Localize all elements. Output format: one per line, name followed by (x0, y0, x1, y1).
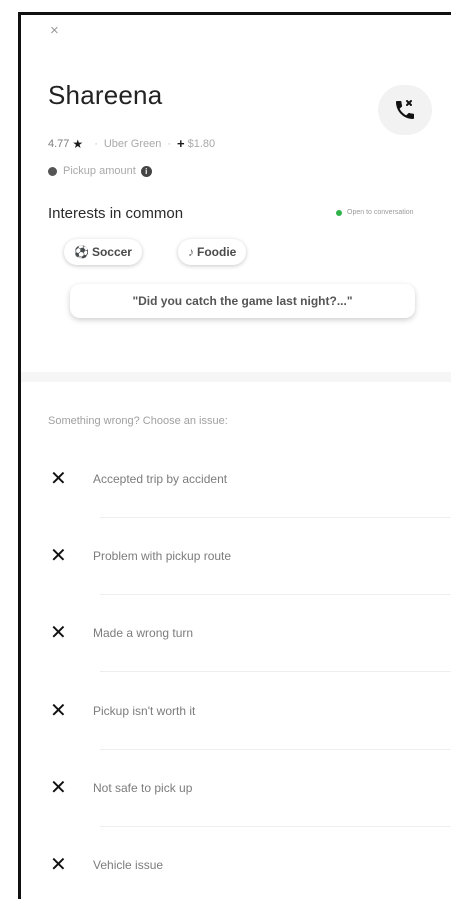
issue-label: Not safe to pick up (93, 781, 193, 795)
star-icon: ★ (72, 136, 84, 151)
ride-tier: Uber Green (103, 137, 162, 150)
close-icon: ✕ (50, 622, 67, 644)
divider (100, 749, 451, 750)
section-divider (21, 372, 451, 382)
bonus-amount: $1.80 (187, 137, 216, 150)
interest-chip-foodie[interactable]: ♪ Foodie (178, 239, 247, 265)
soccer-icon: ⚽ (74, 245, 89, 259)
issues-heading: Something wrong? Choose an issue: (48, 415, 228, 427)
separator-dot: · (167, 137, 172, 150)
separator-dot: · (94, 137, 98, 150)
divider (100, 671, 451, 672)
plus-icon: + (177, 136, 185, 151)
issue-item-pickup-route[interactable]: ✕ Problem with pickup route (21, 533, 451, 579)
location-dot-icon (48, 166, 57, 176)
close-icon: ✕ (50, 545, 67, 567)
rider-meta: 4.77 ★ · Uber Green · + $1.80 (48, 136, 215, 151)
issue-item-vehicle-issue[interactable]: ✕ Vehicle issue (21, 842, 451, 888)
rider-rating: 4.77 (48, 137, 70, 150)
divider (100, 594, 451, 595)
rider-name: Shareena (48, 80, 163, 110)
close-icon[interactable]: × (50, 22, 59, 39)
chip-label: Foodie (197, 245, 237, 259)
conversation-status-label: Open to conversation (347, 209, 414, 216)
pickup-amount-row[interactable]: Pickup amount i (48, 165, 152, 177)
issue-item-not-worth-it[interactable]: ✕ Pickup isn't worth it (21, 688, 451, 734)
chip-label: Soccer (91, 245, 132, 259)
issue-label: Accepted trip by accident (93, 472, 228, 486)
issue-label: Made a wrong turn (93, 626, 194, 640)
conversation-status: Open to conversation (336, 209, 414, 216)
music-note-icon: ♪ (188, 245, 194, 259)
interests-title: Interests in common (48, 205, 184, 222)
close-icon: ✕ (50, 777, 67, 799)
close-icon: ✕ (50, 854, 67, 876)
phone-icon (396, 100, 414, 119)
issue-item-not-safe[interactable]: ✕ Not safe to pick up (21, 765, 451, 811)
pickup-amount-label: Pickup amount (63, 165, 136, 177)
info-icon[interactable]: i (140, 165, 152, 177)
issue-label: Vehicle issue (93, 858, 164, 872)
close-icon: ✕ (50, 700, 67, 722)
issue-label: Pickup isn't worth it (93, 704, 196, 718)
status-dot-icon (336, 209, 342, 216)
divider (100, 517, 451, 518)
conversation-starter[interactable]: "Did you catch the game last night?..." (70, 284, 415, 318)
call-button[interactable] (378, 85, 432, 135)
issue-item-accepted-by-accident[interactable]: ✕ Accepted trip by accident (21, 456, 451, 502)
issue-label: Problem with pickup route (93, 549, 232, 563)
close-icon: ✕ (50, 468, 67, 490)
issue-item-wrong-turn[interactable]: ✕ Made a wrong turn (21, 610, 451, 656)
interest-chip-soccer[interactable]: ⚽ Soccer (64, 239, 142, 265)
divider (100, 826, 451, 827)
frame-border-top (18, 12, 451, 15)
